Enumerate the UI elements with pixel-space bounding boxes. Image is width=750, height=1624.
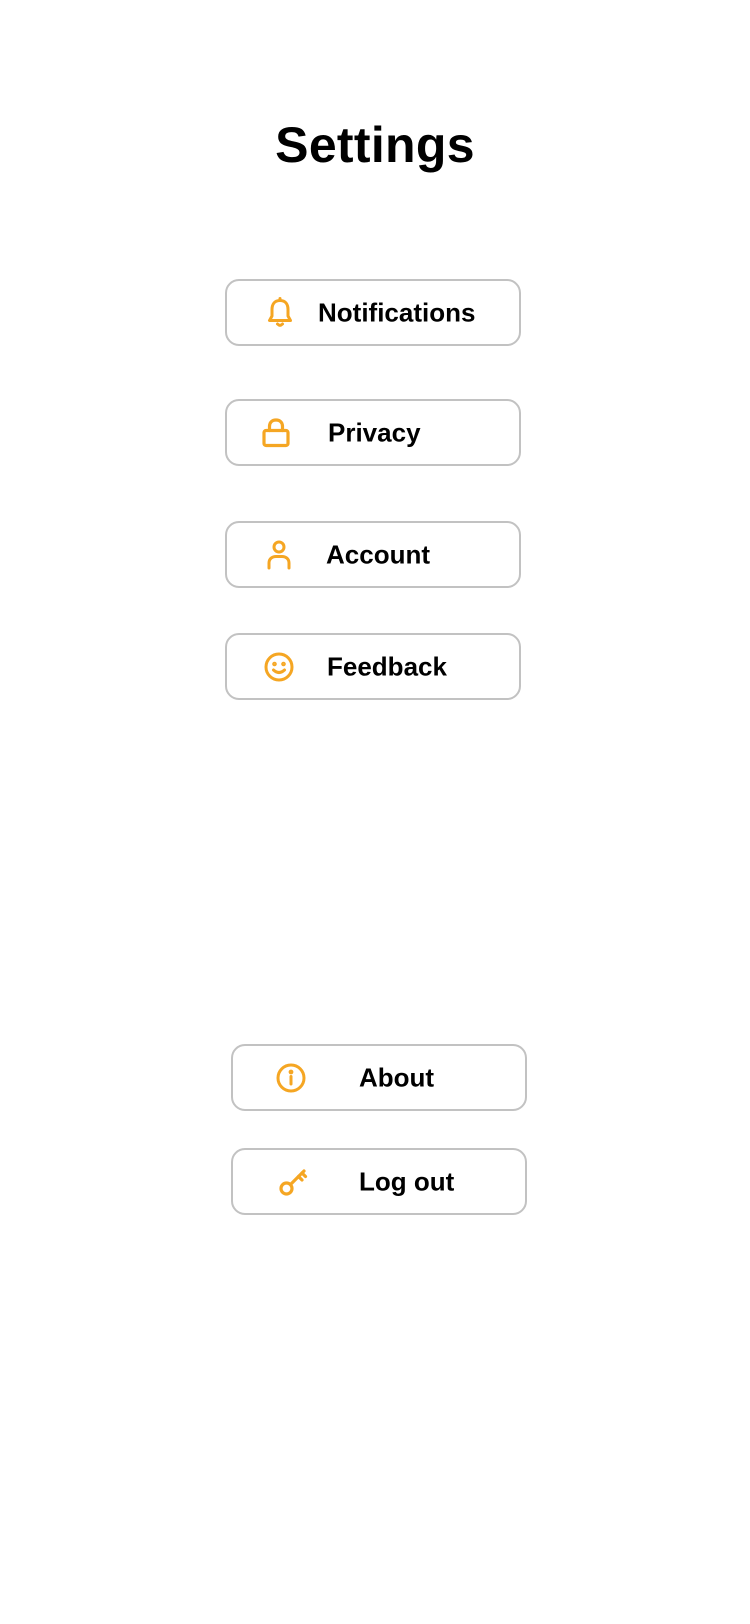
- account-label: Account: [326, 539, 430, 569]
- privacy-button[interactable]: Privacy: [225, 399, 521, 466]
- logout-button[interactable]: Log out: [231, 1148, 527, 1215]
- privacy-label: Privacy: [328, 417, 421, 447]
- notifications-label: Notifications: [318, 297, 476, 327]
- smiley-icon: [262, 650, 296, 684]
- user-icon: [262, 538, 296, 572]
- logout-label: Log out: [359, 1166, 455, 1196]
- bell-icon: [263, 296, 297, 330]
- key-icon: [277, 1165, 311, 1199]
- lock-icon: [259, 416, 293, 450]
- about-button[interactable]: About: [231, 1044, 527, 1111]
- account-button[interactable]: Account: [225, 521, 521, 588]
- page-title: Settings: [275, 117, 475, 173]
- feedback-label: Feedback: [327, 651, 447, 681]
- notifications-button[interactable]: Notifications: [225, 279, 521, 346]
- about-label: About: [359, 1062, 435, 1092]
- info-icon: [274, 1061, 308, 1095]
- feedback-button[interactable]: Feedback: [225, 633, 521, 700]
